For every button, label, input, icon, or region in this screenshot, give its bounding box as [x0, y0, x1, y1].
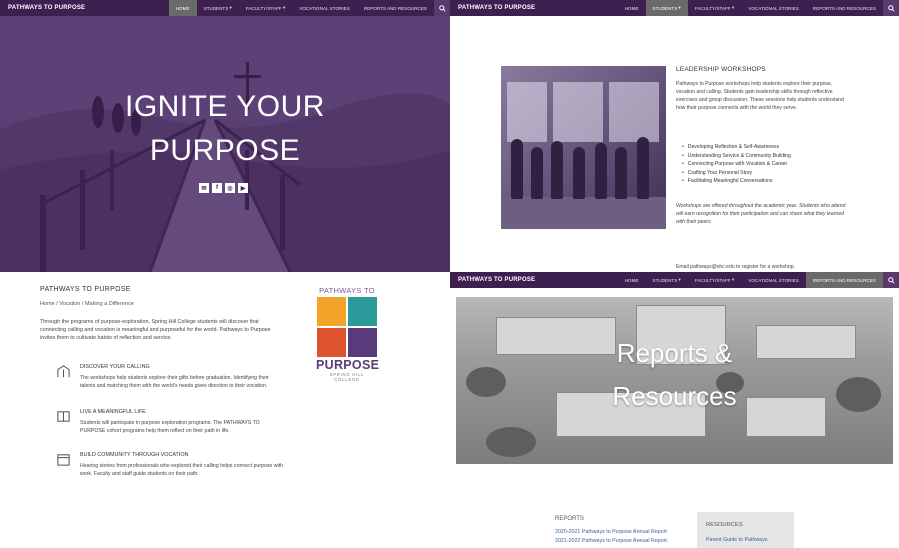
window — [609, 82, 659, 142]
report-link[interactable]: 2020-2021 Pathways to Purpose Annual Rep… — [555, 529, 667, 535]
workshop-photo — [501, 66, 666, 229]
nav-label: FACULTY/STAFF — [245, 5, 282, 11]
nav-item-reports[interactable]: REPORTS AND RESOURCES — [805, 272, 883, 288]
feature-title: BUILD COMMUNITY THROUGH VOCATION — [80, 452, 189, 458]
tree — [486, 427, 536, 457]
book-icon — [57, 411, 70, 422]
nav-item-faculty-staff[interactable]: FACULTY/STAFF ▾ — [688, 272, 741, 288]
breadcrumb: Home / Vocation / Making a Difference — [40, 301, 134, 307]
register-line: Email pathways@shc.edu to register for a… — [676, 264, 795, 270]
calendar-icon — [57, 454, 70, 466]
list-item: Facilitating Meaningful Conversations — [682, 177, 791, 186]
about-heading: PATHWAYS TO PURPOSE — [40, 286, 131, 293]
leadership-nav-items: HOME STUDENTS ▾ FACULTY/STAFF ▾ VOCATION… — [618, 0, 899, 16]
screenshot-collage: PATHWAYS TO PURPOSE HOME STUDENTS ▾ FACU… — [0, 0, 899, 548]
window — [507, 82, 547, 142]
logo-top-text: PATHWAYS TO — [319, 286, 375, 295]
logo-tile-red — [317, 328, 346, 357]
search-icon[interactable] — [883, 272, 899, 288]
hero-nav-items: HOME STUDENTS ▾ FACULTY/STAFF ▾ VOCATION… — [168, 0, 450, 16]
instagram-icon[interactable]: ◎ — [225, 183, 235, 193]
nav-label: FACULTY/STAFF — [694, 277, 731, 283]
envelope-icon[interactable]: ✉ — [199, 183, 209, 193]
nav-label: FACULTY/STAFF — [694, 5, 731, 11]
nav-item-reports[interactable]: REPORTS AND RESOURCES — [806, 0, 883, 16]
nav-label: STUDENTS — [652, 277, 678, 283]
nav-item-students[interactable]: STUDENTS ▾ — [646, 272, 688, 288]
nav-item-faculty-staff[interactable]: FACULTY/STAFF ▾ — [688, 0, 741, 16]
logo-tagline: SPRING HILL COLLEGE — [329, 372, 365, 382]
nav-item-students[interactable]: STUDENTS ▾ — [197, 0, 239, 16]
logo-tile-purple — [348, 328, 377, 357]
logo-tile-teal — [348, 297, 377, 326]
nav-item-faculty-staff[interactable]: FACULTY/STAFF ▾ — [239, 0, 292, 16]
nav-item-home[interactable]: HOME — [618, 0, 646, 16]
hero-title-line2: PURPOSE — [149, 134, 301, 167]
reports-title-line1: Reports & — [616, 338, 733, 368]
resources-heading: RESOURCES — [706, 522, 743, 528]
leadership-paragraph: Pathways to Purpose workshops help stude… — [676, 81, 844, 111]
person-silhouette — [551, 141, 563, 199]
search-icon[interactable] — [434, 0, 450, 16]
person-silhouette — [531, 147, 543, 199]
person-silhouette — [595, 143, 607, 199]
leadership-bullets: Developing Reflection & Self-Awareness U… — [682, 143, 791, 186]
pathways-logo: PATHWAYS TO PURPOSE SPRING HILL COLLEGE — [316, 286, 380, 382]
window — [553, 82, 603, 142]
facebook-icon[interactable]: f — [212, 183, 222, 193]
logo-bottom-text: PURPOSE — [316, 358, 380, 372]
nav-label: STUDENTS — [203, 5, 229, 11]
logo-tiles — [317, 297, 377, 357]
reports-heading: REPORTS — [555, 516, 584, 522]
reports-panel: PATHWAYS TO PURPOSE HOME STUDENTS ▾ FACU… — [450, 272, 899, 548]
nav-item-vocational-stories[interactable]: VOCATIONAL STORIES — [292, 0, 356, 16]
leadership-paragraph-2: Workshops are offered throughout the aca… — [676, 203, 846, 225]
nav-item-vocational-stories[interactable]: VOCATIONAL STORIES — [741, 272, 805, 288]
social-links: ✉ f ◎ ▶ — [199, 183, 248, 193]
hero-navbar: PATHWAYS TO PURPOSE HOME STUDENTS ▾ FACU… — [0, 0, 450, 16]
nav-label: STUDENTS — [652, 5, 678, 11]
reports-navbar: PATHWAYS TO PURPOSE HOME STUDENTS ▾ FACU… — [450, 272, 899, 288]
list-item: Developing Reflection & Self-Awareness — [682, 143, 791, 152]
reports-title-line2: Resources — [612, 381, 737, 411]
list-item: Understanding Service & Community Buildi… — [682, 152, 791, 161]
search-icon[interactable] — [883, 0, 899, 16]
feature-description: Hearing stories from professionals who e… — [80, 463, 283, 477]
nav-item-home[interactable]: HOME — [168, 0, 197, 16]
person-silhouette — [511, 139, 523, 199]
youtube-icon[interactable]: ▶ — [238, 183, 248, 193]
nav-item-home[interactable]: HOME — [618, 272, 646, 288]
resource-link[interactable]: Parent Guide to Pathways — [706, 537, 768, 543]
leadership-heading: LEADERSHIP WORKSHOPS — [676, 66, 766, 73]
person-silhouette — [637, 137, 649, 199]
feature-description: Students will participate in purpose exp… — [80, 420, 260, 434]
feature-title: LIVE A MEANINGFUL LIFE — [80, 409, 146, 415]
resources-box: RESOURCES Parent Guide to Pathways — [697, 512, 794, 548]
report-link[interactable]: 2021-2022 Pathways to Purpose Annual Rep… — [555, 538, 667, 544]
person-silhouette — [615, 147, 627, 199]
nav-item-students[interactable]: STUDENTS ▾ — [645, 0, 688, 16]
logo-tile-orange — [317, 297, 346, 326]
leadership-navbar: PATHWAYS TO PURPOSE HOME STUDENTS ▾ FACU… — [450, 0, 899, 16]
list-item: Crafting Your Personal Story — [682, 169, 791, 178]
reports-nav-items: HOME STUDENTS ▾ FACULTY/STAFF ▾ VOCATION… — [618, 272, 899, 288]
site-brand[interactable]: PATHWAYS TO PURPOSE — [0, 5, 85, 11]
feature-title: DISCOVER YOUR CALLING — [80, 364, 150, 370]
hero-panel: PATHWAYS TO PURPOSE HOME STUDENTS ▾ FACU… — [0, 0, 450, 272]
site-brand[interactable]: PATHWAYS TO PURPOSE — [450, 5, 535, 11]
about-paragraph: Through the programs of purpose-explorat… — [40, 319, 271, 342]
hero-title-line1: IGNITE YOUR — [125, 90, 325, 123]
compass-icon — [57, 365, 70, 378]
leadership-panel: PATHWAYS TO PURPOSE HOME STUDENTS ▾ FACU… — [450, 0, 899, 272]
nav-item-reports[interactable]: REPORTS AND RESOURCES — [357, 0, 434, 16]
list-item: Connecting Purpose with Vocation & Caree… — [682, 160, 791, 169]
about-panel: PATHWAYS TO PURPOSE Home / Vocation / Ma… — [0, 272, 450, 548]
feature-description: The workshops help students explore thei… — [80, 375, 269, 389]
nav-item-vocational-stories[interactable]: VOCATIONAL STORIES — [741, 0, 805, 16]
floor — [501, 197, 666, 229]
person-silhouette — [573, 147, 585, 199]
site-brand[interactable]: PATHWAYS TO PURPOSE — [450, 277, 535, 283]
